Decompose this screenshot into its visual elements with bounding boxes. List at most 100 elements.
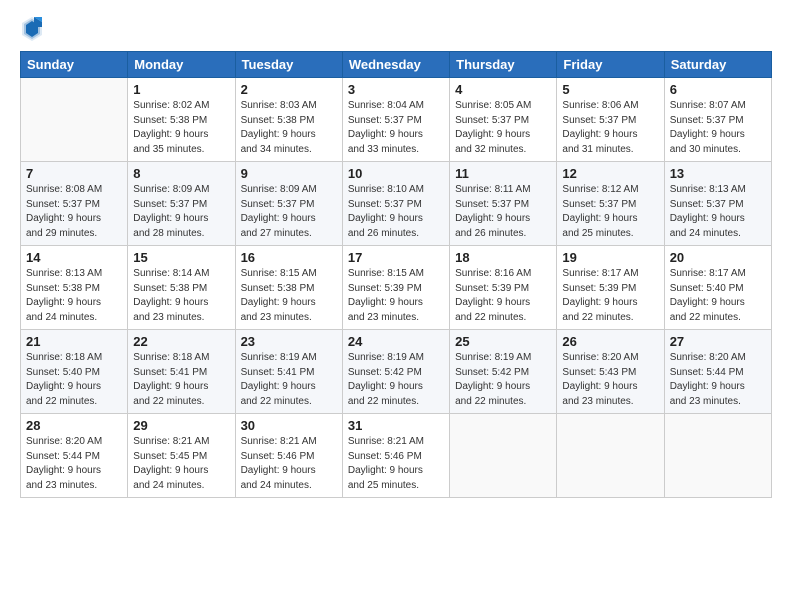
- calendar-cell: 10 Sunrise: 8:10 AMSunset: 5:37 PMDayligh…: [342, 162, 449, 246]
- calendar-cell: 2Sunrise: 8:03 AMSunset: 5:38 PMDaylight…: [235, 78, 342, 162]
- day-info: Sunrise: 8:13 AMSunset: 5:38 PMDaylight:…: [26, 267, 122, 325]
- day-info: Sunrise: 8:21 AMSunset: 5:45 PMDaylight:…: [133, 435, 229, 493]
- day-info: Sunrise: 8:05 AMSunset: 5:37 PMDaylight:…: [455, 99, 551, 157]
- day-info: Sunrise: 8:11 AMSunset: 5:37 PMDaylight:…: [455, 183, 551, 241]
- day-number: 16: [241, 250, 337, 265]
- day-info: Sunrise: 8:09 AMSunset: 5:37 PMDaylight:…: [133, 183, 229, 241]
- day-number: 29: [133, 418, 229, 433]
- day-number: 7: [26, 166, 122, 181]
- calendar-table: SundayMondayTuesdayWednesdayThursdayFrid…: [20, 51, 772, 498]
- calendar-cell: [21, 78, 128, 162]
- weekday-header-tuesday: Tuesday: [235, 52, 342, 78]
- day-info: Sunrise: 8:17 AMSunset: 5:39 PMDaylight:…: [562, 267, 658, 325]
- calendar-cell: 1 Sunrise: 8:02 AMSunset: 5:38 PMDaylight…: [128, 78, 235, 162]
- calendar-cell: [450, 414, 557, 498]
- calendar-cell: 24 Sunrise: 8:19 AMSunset: 5:42 PMDayligh…: [342, 330, 449, 414]
- calendar-cell: 23 Sunrise: 8:19 AMSunset: 5:41 PMDayligh…: [235, 330, 342, 414]
- day-number: 13: [670, 166, 766, 181]
- day-number: 23: [241, 334, 337, 349]
- day-info: Sunrise: 8:16 AMSunset: 5:39 PMDaylight:…: [455, 267, 551, 325]
- calendar-cell: 7 Sunrise: 8:08 AMSunset: 5:37 PMDaylight…: [21, 162, 128, 246]
- day-info: Sunrise: 8:18 AMSunset: 5:41 PMDaylight:…: [133, 351, 229, 409]
- weekday-header-wednesday: Wednesday: [342, 52, 449, 78]
- calendar-cell: 19 Sunrise: 8:17 AMSunset: 5:39 PMDayligh…: [557, 246, 664, 330]
- week-row-3: 14Sunrise: 8:13 AMSunset: 5:38 PMDayligh…: [21, 246, 772, 330]
- day-info: Sunrise: 8:09 AMSunset: 5:37 PMDaylight:…: [241, 183, 337, 241]
- calendar-cell: 30Sunrise: 8:21 AMSunset: 5:46 PMDayligh…: [235, 414, 342, 498]
- calendar-cell: 15Sunrise: 8:14 AMSunset: 5:38 PMDayligh…: [128, 246, 235, 330]
- day-number: 10: [348, 166, 444, 181]
- day-info: Sunrise: 8:13 AMSunset: 5:37 PMDaylight:…: [670, 183, 766, 241]
- day-info: Sunrise: 8:07 AMSunset: 5:37 PMDaylight:…: [670, 99, 766, 157]
- day-info: Sunrise: 8:10 AMSunset: 5:37 PMDaylight:…: [348, 183, 444, 241]
- calendar-cell: 22 Sunrise: 8:18 AMSunset: 5:41 PMDayligh…: [128, 330, 235, 414]
- calendar-cell: 8 Sunrise: 8:09 AMSunset: 5:37 PMDaylight…: [128, 162, 235, 246]
- calendar-cell: 27 Sunrise: 8:20 AMSunset: 5:44 PMDayligh…: [664, 330, 771, 414]
- calendar-cell: 11 Sunrise: 8:11 AMSunset: 5:37 PMDayligh…: [450, 162, 557, 246]
- calendar-cell: 29 Sunrise: 8:21 AMSunset: 5:45 PMDayligh…: [128, 414, 235, 498]
- calendar-cell: 4 Sunrise: 8:05 AMSunset: 5:37 PMDaylight…: [450, 78, 557, 162]
- day-info: Sunrise: 8:12 AMSunset: 5:37 PMDaylight:…: [562, 183, 658, 241]
- day-number: 31: [348, 418, 444, 433]
- day-info: Sunrise: 8:19 AMSunset: 5:41 PMDaylight:…: [241, 351, 337, 409]
- day-info: Sunrise: 8:19 AMSunset: 5:42 PMDaylight:…: [455, 351, 551, 409]
- day-info: Sunrise: 8:02 AMSunset: 5:38 PMDaylight:…: [133, 99, 229, 157]
- day-info: Sunrise: 8:15 AMSunset: 5:38 PMDaylight:…: [241, 267, 337, 325]
- day-info: Sunrise: 8:18 AMSunset: 5:40 PMDaylight:…: [26, 351, 122, 409]
- day-number: 4: [455, 82, 551, 97]
- day-number: 20: [670, 250, 766, 265]
- day-number: 24: [348, 334, 444, 349]
- calendar-cell: [664, 414, 771, 498]
- day-info: Sunrise: 8:03 AMSunset: 5:38 PMDaylight:…: [241, 99, 337, 157]
- weekday-header-row: SundayMondayTuesdayWednesdayThursdayFrid…: [21, 52, 772, 78]
- calendar-cell: 3 Sunrise: 8:04 AMSunset: 5:37 PMDaylight…: [342, 78, 449, 162]
- day-number: 25: [455, 334, 551, 349]
- day-number: 19: [562, 250, 658, 265]
- day-number: 1: [133, 82, 229, 97]
- calendar-cell: 6 Sunrise: 8:07 AMSunset: 5:37 PMDaylight…: [664, 78, 771, 162]
- calendar-cell: 5 Sunrise: 8:06 AMSunset: 5:37 PMDaylight…: [557, 78, 664, 162]
- day-number: 15: [133, 250, 229, 265]
- calendar-cell: 31 Sunrise: 8:21 AMSunset: 5:46 PMDayligh…: [342, 414, 449, 498]
- day-info: Sunrise: 8:08 AMSunset: 5:37 PMDaylight:…: [26, 183, 122, 241]
- day-number: 30: [241, 418, 337, 433]
- day-number: 3: [348, 82, 444, 97]
- weekday-header-friday: Friday: [557, 52, 664, 78]
- day-number: 27: [670, 334, 766, 349]
- week-row-5: 28 Sunrise: 8:20 AMSunset: 5:44 PMDayligh…: [21, 414, 772, 498]
- day-number: 9: [241, 166, 337, 181]
- day-number: 28: [26, 418, 122, 433]
- calendar-cell: 21 Sunrise: 8:18 AMSunset: 5:40 PMDayligh…: [21, 330, 128, 414]
- weekday-header-monday: Monday: [128, 52, 235, 78]
- calendar-cell: [557, 414, 664, 498]
- weekday-header-sunday: Sunday: [21, 52, 128, 78]
- day-number: 18: [455, 250, 551, 265]
- day-number: 17: [348, 250, 444, 265]
- calendar-cell: 9 Sunrise: 8:09 AMSunset: 5:37 PMDaylight…: [235, 162, 342, 246]
- weekday-header-thursday: Thursday: [450, 52, 557, 78]
- day-number: 5: [562, 82, 658, 97]
- calendar-cell: 14Sunrise: 8:13 AMSunset: 5:38 PMDayligh…: [21, 246, 128, 330]
- day-number: 21: [26, 334, 122, 349]
- day-number: 8: [133, 166, 229, 181]
- day-number: 12: [562, 166, 658, 181]
- header: [20, 15, 772, 43]
- day-info: Sunrise: 8:20 AMSunset: 5:44 PMDaylight:…: [26, 435, 122, 493]
- day-info: Sunrise: 8:19 AMSunset: 5:42 PMDaylight:…: [348, 351, 444, 409]
- day-info: Sunrise: 8:04 AMSunset: 5:37 PMDaylight:…: [348, 99, 444, 157]
- day-info: Sunrise: 8:15 AMSunset: 5:39 PMDaylight:…: [348, 267, 444, 325]
- weekday-header-saturday: Saturday: [664, 52, 771, 78]
- week-row-4: 21 Sunrise: 8:18 AMSunset: 5:40 PMDayligh…: [21, 330, 772, 414]
- week-row-2: 7 Sunrise: 8:08 AMSunset: 5:37 PMDaylight…: [21, 162, 772, 246]
- day-info: Sunrise: 8:21 AMSunset: 5:46 PMDaylight:…: [348, 435, 444, 493]
- week-row-1: 1 Sunrise: 8:02 AMSunset: 5:38 PMDaylight…: [21, 78, 772, 162]
- calendar-cell: 18 Sunrise: 8:16 AMSunset: 5:39 PMDayligh…: [450, 246, 557, 330]
- day-number: 11: [455, 166, 551, 181]
- day-number: 22: [133, 334, 229, 349]
- day-info: Sunrise: 8:06 AMSunset: 5:37 PMDaylight:…: [562, 99, 658, 157]
- day-number: 6: [670, 82, 766, 97]
- logo: [20, 15, 48, 43]
- day-info: Sunrise: 8:20 AMSunset: 5:44 PMDaylight:…: [670, 351, 766, 409]
- calendar-cell: 12 Sunrise: 8:12 AMSunset: 5:37 PMDayligh…: [557, 162, 664, 246]
- page: SundayMondayTuesdayWednesdayThursdayFrid…: [0, 0, 792, 612]
